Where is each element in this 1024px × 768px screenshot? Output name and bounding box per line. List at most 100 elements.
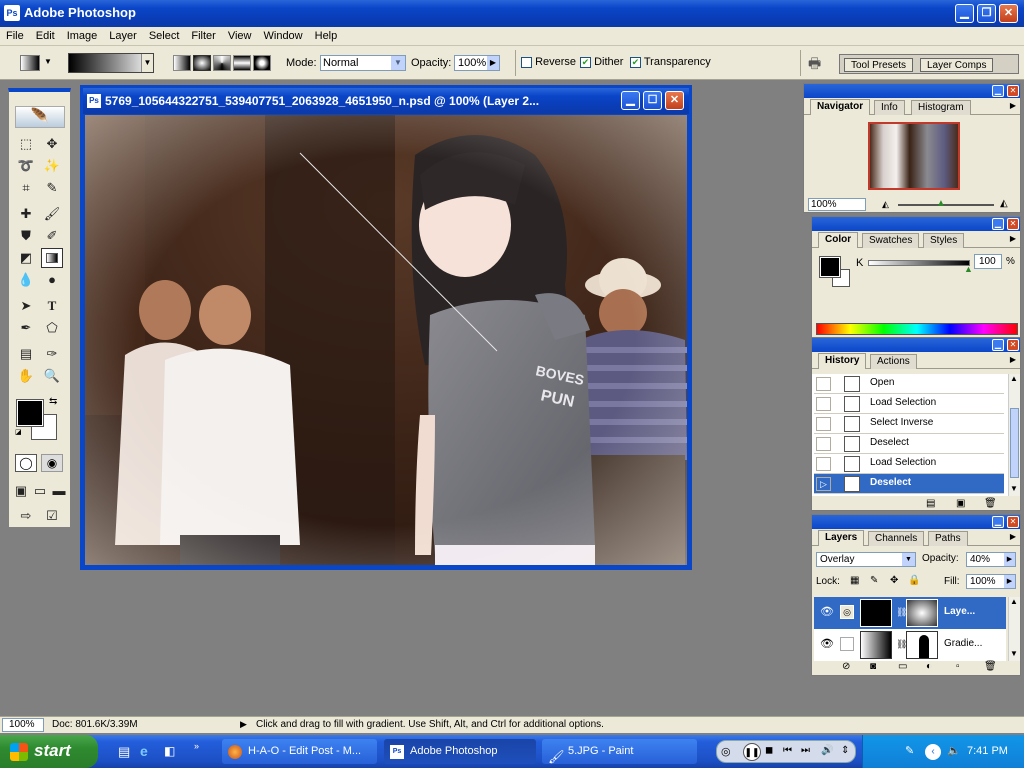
internet-explorer-icon[interactable]: e: [140, 743, 148, 759]
panel-menu-icon[interactable]: ▶: [1010, 234, 1016, 243]
fill-input[interactable]: 100% ▶: [966, 574, 1016, 589]
hand-tool-icon[interactable]: ✋: [15, 366, 37, 386]
menu-layer[interactable]: Layer: [103, 27, 143, 46]
reverse-checkbox[interactable]: Reverse: [521, 56, 576, 68]
screen-mode-full-icon[interactable]: ▬: [50, 481, 68, 501]
history-item[interactable]: Deselect: [814, 434, 1004, 454]
screen-mode-standard-icon[interactable]: ▣: [12, 481, 30, 501]
panel-title-bar[interactable]: ▁ ✕: [812, 217, 1020, 231]
marquee-tool-icon[interactable]: ⬚: [15, 134, 37, 154]
panel-minimize-icon[interactable]: ▁: [992, 339, 1004, 351]
history-source-box[interactable]: [816, 377, 831, 391]
foreground-color-swatch[interactable]: [16, 399, 44, 427]
adjustment-layer-icon[interactable]: ◐: [926, 661, 932, 672]
tab-channels[interactable]: Channels: [868, 531, 925, 546]
status-zoom-input[interactable]: 100%: [2, 718, 44, 732]
volume-icon[interactable]: 🔊: [821, 745, 833, 756]
slider-arrow-icon[interactable]: ▶: [1004, 553, 1015, 566]
angle-gradient-icon[interactable]: [213, 55, 231, 71]
color-foreground-swatch[interactable]: [819, 256, 841, 278]
pen-tool-icon[interactable]: ✒: [15, 318, 37, 338]
panel-title-bar[interactable]: ▁ ✕: [804, 84, 1020, 98]
history-brush-icon[interactable]: ✐: [41, 226, 63, 246]
media-player-icon[interactable]: ◎: [721, 745, 731, 758]
panel-title-bar[interactable]: ▁ ✕: [812, 338, 1020, 352]
linear-gradient-icon[interactable]: [173, 55, 191, 71]
brush-tool-icon[interactable]: 🖌: [41, 204, 63, 224]
scroll-down-icon[interactable]: ▼: [1010, 649, 1018, 658]
layer-row-selected[interactable]: 👁 ◎ ⛓ Laye...: [814, 597, 1006, 629]
doc-maximize-button[interactable]: ☐: [643, 91, 662, 110]
history-item[interactable]: Load Selection: [814, 454, 1004, 474]
navigator-zoom-input[interactable]: 100%: [808, 198, 866, 211]
history-source-box[interactable]: [816, 457, 831, 471]
gradient-dropdown-arrow[interactable]: ▼: [141, 54, 153, 72]
history-item[interactable]: Select Inverse: [814, 414, 1004, 434]
navigator-thumbnail[interactable]: [868, 122, 960, 190]
tab-paths[interactable]: Paths: [928, 531, 968, 546]
slider-arrow-icon[interactable]: ▶: [1004, 575, 1015, 588]
previous-icon[interactable]: ⏮: [783, 745, 792, 756]
lasso-tool-icon[interactable]: ➰: [15, 156, 37, 176]
status-menu-arrow-icon[interactable]: ▶: [240, 719, 247, 730]
reflected-gradient-icon[interactable]: [233, 55, 251, 71]
tab-color[interactable]: Color: [818, 232, 859, 248]
close-button[interactable]: ✕: [999, 4, 1018, 23]
history-item[interactable]: Open: [814, 374, 1004, 394]
panel-title-bar[interactable]: ▁ ✕: [812, 515, 1020, 529]
history-source-box[interactable]: [816, 417, 831, 431]
zoom-out-icon[interactable]: ◭: [882, 199, 889, 210]
crop-tool-icon[interactable]: ⌗: [15, 178, 37, 198]
layers-scrollbar[interactable]: ▲ ▼: [1008, 597, 1020, 661]
layer-mask-thumbnail[interactable]: [906, 599, 938, 627]
panel-menu-icon[interactable]: ▶: [1010, 101, 1016, 110]
zoom-slider-thumb[interactable]: ▲: [936, 198, 946, 209]
k-slider-track[interactable]: [868, 260, 970, 266]
tab-layers[interactable]: Layers: [818, 530, 865, 546]
clone-stamp-icon[interactable]: ⛊: [15, 226, 37, 246]
menu-help[interactable]: Help: [309, 27, 344, 46]
tab-history[interactable]: History: [818, 353, 867, 369]
move-tool-icon[interactable]: ✥: [41, 134, 63, 154]
document-title-bar[interactable]: Ps 5769_105644322751_539407751_2063928_4…: [83, 88, 689, 114]
quicklaunch-icon[interactable]: ◧: [164, 744, 175, 758]
panel-close-icon[interactable]: ✕: [1007, 516, 1019, 528]
file-browser-icon[interactable]: 🖶: [808, 53, 828, 71]
history-item[interactable]: Load Selection: [814, 394, 1004, 414]
menu-image[interactable]: Image: [61, 27, 104, 46]
blur-tool-icon[interactable]: 💧: [15, 270, 37, 290]
color-ramp[interactable]: [816, 323, 1018, 335]
new-snapshot-icon[interactable]: ▣: [956, 498, 965, 509]
tray-volume-icon[interactable]: 🔈: [947, 744, 961, 757]
notes-tool-icon[interactable]: ▤: [15, 344, 37, 364]
jump-to-imageready-icon[interactable]: ⇨: [15, 506, 37, 526]
doc-close-button[interactable]: ✕: [665, 91, 684, 110]
mode-select[interactable]: Normal ▼: [320, 55, 406, 71]
default-colors-icon[interactable]: ◪: [15, 428, 25, 438]
menu-file[interactable]: File: [0, 27, 30, 46]
tool-presets-tab[interactable]: Tool Presets: [844, 58, 914, 72]
k-value-input[interactable]: 100: [974, 254, 1002, 269]
lock-position-icon[interactable]: ✥: [890, 575, 898, 586]
shape-tool-icon[interactable]: ⬠: [41, 318, 63, 338]
image-canvas[interactable]: BOVES PUN: [85, 115, 687, 565]
opacity-input[interactable]: 100% ▶: [454, 55, 500, 71]
lock-image-icon[interactable]: ✎: [870, 575, 878, 586]
slider-arrow-icon[interactable]: ▶: [487, 56, 499, 70]
show-desktop-icon[interactable]: ▤: [118, 744, 130, 760]
type-tool-icon[interactable]: T: [41, 296, 63, 316]
quicklaunch-expand-icon[interactable]: »: [194, 741, 199, 751]
doc-size-info[interactable]: Doc: 801.6K/3.39M: [52, 719, 138, 730]
swap-colors-icon[interactable]: ⇆: [49, 396, 57, 407]
eye-icon[interactable]: 👁: [820, 637, 834, 650]
screen-mode-menu-icon[interactable]: ▭: [31, 481, 49, 501]
slice-tool-icon[interactable]: ✎: [41, 178, 63, 198]
scroll-thumb[interactable]: [1010, 408, 1019, 478]
new-document-from-state-icon[interactable]: ▤: [926, 498, 935, 509]
chevron-down-icon[interactable]: ▼: [44, 57, 52, 66]
task-firefox-edit-post[interactable]: H-A-O - Edit Post - M...: [222, 739, 377, 764]
menu-select[interactable]: Select: [143, 27, 186, 46]
panel-menu-icon[interactable]: ▶: [1010, 355, 1016, 364]
zoom-slider[interactable]: [898, 204, 994, 206]
tab-styles[interactable]: Styles: [923, 233, 965, 248]
